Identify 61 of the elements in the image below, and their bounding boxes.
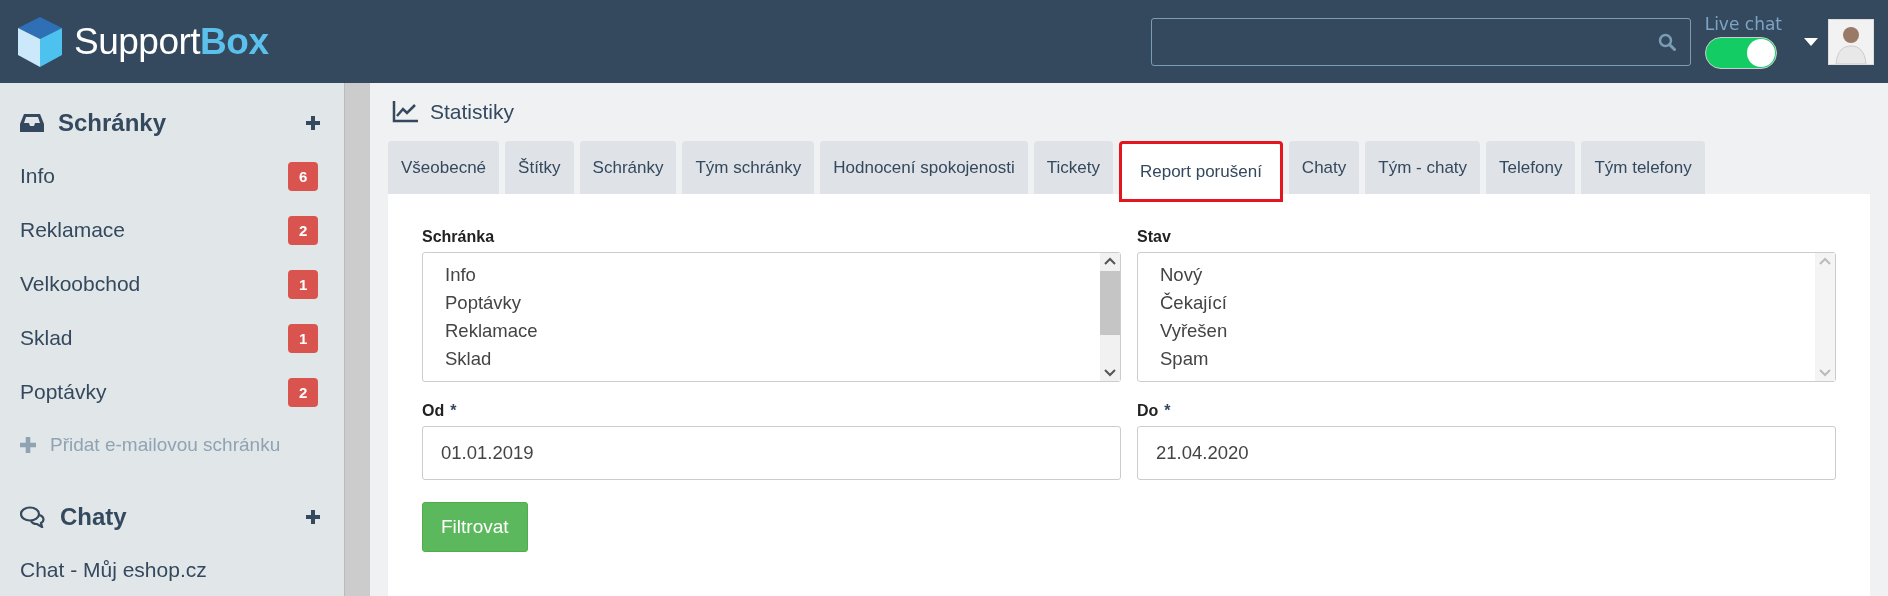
field-label: Stav	[1137, 228, 1171, 246]
date-field[interactable]: 01.01.2019	[422, 426, 1121, 480]
tab[interactable]: Schránky	[579, 141, 677, 194]
chevron-down-icon[interactable]	[1104, 369, 1116, 377]
live-chat-label: Live chat	[1704, 14, 1782, 34]
list-option[interactable]: Sklad	[445, 345, 1078, 373]
list-option[interactable]: Spam	[1160, 345, 1793, 373]
caret-icon[interactable]	[1804, 37, 1818, 46]
required-mark: *	[1164, 402, 1171, 420]
sidebar-item[interactable]: Chat - Můj eshop.cz	[20, 558, 321, 582]
tab[interactable]: Tým schránky	[682, 141, 815, 194]
sidebar-item[interactable]: Sklad	[20, 326, 289, 350]
list-option[interactable]: Poptávky	[445, 289, 1078, 317]
sidebar-item[interactable]: Info	[20, 164, 289, 188]
section-title: Schránky	[58, 109, 168, 137]
live-chat-toggle[interactable]	[1704, 37, 1777, 69]
date-field[interactable]: 21.04.2020	[1137, 426, 1836, 480]
tab[interactable]: Telefony	[1486, 141, 1576, 194]
list-option[interactable]: Vyřešen	[1160, 317, 1793, 345]
chat-icon	[20, 506, 46, 528]
tab[interactable]: Všeobecné	[388, 141, 500, 194]
count-badge: 2	[288, 377, 319, 407]
count-badge: 1	[288, 269, 319, 299]
sidebar-item[interactable]: Reklamace	[20, 218, 289, 242]
count-badge: 6	[288, 161, 319, 191]
chevron-up-icon[interactable]	[1104, 257, 1116, 265]
chart-icon	[392, 101, 418, 123]
count-badge: 2	[288, 215, 319, 245]
search-icon	[1657, 32, 1676, 51]
list-option[interactable]: Nový	[1160, 261, 1793, 289]
field-label: Schránka	[422, 228, 495, 246]
tab[interactable]: Tým telefony	[1581, 141, 1705, 194]
field-label: Do	[1137, 402, 1159, 420]
list-box[interactable]: Nový Čekající Vyřešen Spam	[1137, 252, 1836, 382]
tab[interactable]: Hodnocení spokojenosti	[820, 141, 1028, 194]
count-badge: 1	[288, 323, 319, 353]
section-title: Chaty	[60, 503, 128, 531]
sidebar-item[interactable]: Velkoobchod	[20, 272, 289, 296]
tab[interactable]: Tickety	[1033, 141, 1113, 194]
plus-icon	[20, 437, 36, 453]
page-title: Statistiky	[430, 100, 515, 124]
list-option[interactable]: Čekající	[1160, 289, 1793, 317]
inbox-icon	[20, 113, 44, 133]
tab[interactable]: Tým - chaty	[1365, 141, 1481, 194]
sidebar-item[interactable]: Poptávky	[20, 380, 289, 404]
search-field[interactable]	[1150, 17, 1691, 66]
scrollbar[interactable]	[1100, 253, 1120, 381]
tab[interactable]: Chaty	[1288, 141, 1360, 194]
list-option[interactable]: Info	[445, 261, 1078, 289]
add-icon[interactable]	[306, 116, 321, 130]
list-option[interactable]: Reklamace	[445, 317, 1078, 345]
required-mark: *	[450, 402, 457, 420]
field-label: Od	[422, 402, 445, 420]
avatar[interactable]	[1828, 18, 1874, 65]
add-icon[interactable]	[306, 510, 321, 524]
tab[interactable]: Report porušení	[1118, 141, 1283, 202]
logo-text: SupportBox	[74, 20, 269, 63]
scrollbar-track[interactable]	[344, 83, 370, 596]
tab[interactable]: Štítky	[505, 141, 574, 194]
cube-logo-icon	[18, 16, 62, 67]
list-box[interactable]: Info Poptávky Reklamace Sklad	[422, 252, 1121, 382]
